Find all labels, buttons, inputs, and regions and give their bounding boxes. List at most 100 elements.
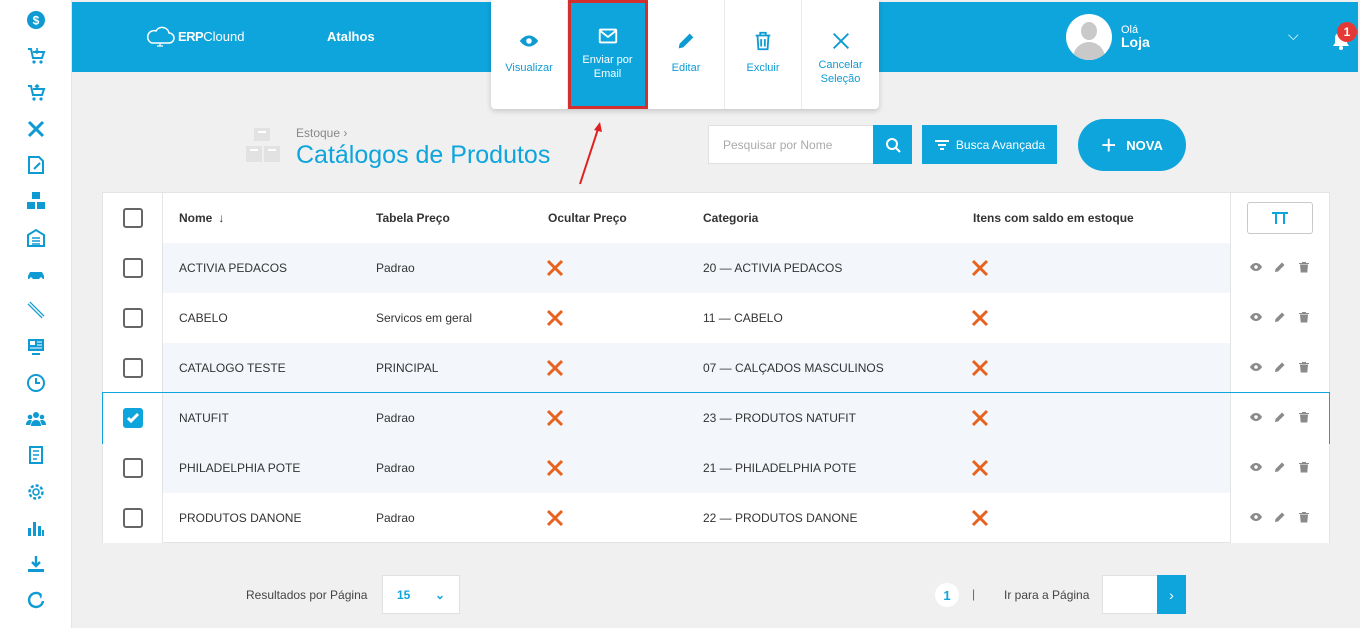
current-page[interactable]: 1	[935, 583, 959, 607]
trash-icon[interactable]	[1298, 361, 1310, 376]
edit-note-icon[interactable]	[24, 153, 48, 177]
row-category: 20 — ACTIVIA PEDACOS	[703, 261, 843, 275]
car-icon[interactable]	[24, 262, 48, 286]
header-category[interactable]: Categoria	[703, 193, 758, 243]
cart-out-icon[interactable]	[24, 81, 48, 105]
send-email-button[interactable]: Enviar por Email	[568, 0, 648, 109]
eye-icon[interactable]	[1250, 261, 1262, 276]
row-category: 21 — PHILADELPHIA POTE	[703, 461, 857, 475]
row-checkbox[interactable]	[122, 408, 143, 428]
table-row[interactable]: PRODUTOS DANONE Padrao 22 — PRODUTOS DANON…	[103, 493, 1329, 543]
table-row[interactable]: CATALOGO TESTE PRINCIPAL 07 — CALÇADOS MAS…	[103, 343, 1329, 393]
clock-icon[interactable]	[24, 371, 48, 395]
monitor-icon[interactable]	[24, 335, 48, 359]
x-mark-icon	[971, 309, 989, 327]
view-button[interactable]: Visualizar	[491, 0, 568, 109]
row-checkbox[interactable]	[122, 258, 143, 278]
cart-in-icon[interactable]	[24, 44, 48, 68]
catalog-table: Nome ↓ Tabela Preço Ocultar Preço Categor…	[102, 192, 1330, 543]
pencil-icon[interactable]	[1274, 311, 1286, 326]
header-name[interactable]: Nome ↓	[179, 193, 224, 243]
results-per-page-select[interactable]: 15 ⌄	[382, 575, 460, 614]
table-row[interactable]: ACTIVIA PEDACOS Padrao 20 — ACTIVIA PEDACO…	[103, 243, 1329, 293]
gear-icon[interactable]	[24, 480, 48, 504]
eye-icon[interactable]	[1250, 411, 1262, 426]
user-greeting[interactable]: Olá Loja	[1121, 24, 1150, 49]
download-icon[interactable]	[24, 552, 48, 576]
invoice-icon[interactable]	[24, 443, 48, 467]
row-checkbox[interactable]	[122, 458, 143, 478]
table-row[interactable]: CABELO Servicos em geral 11 — CABELO	[103, 293, 1329, 343]
envelope-icon	[598, 28, 617, 44]
breadcrumb[interactable]: Estoque ›	[296, 126, 347, 140]
header-stock-items[interactable]: Itens com saldo em estoque	[973, 193, 1134, 243]
bar-chart-icon[interactable]	[24, 516, 48, 540]
row-checkbox[interactable]	[122, 508, 143, 528]
row-hide-price	[546, 243, 564, 293]
search-button[interactable]	[873, 125, 912, 164]
pencil-icon[interactable]	[1274, 511, 1286, 526]
row-checkbox[interactable]	[122, 308, 143, 328]
pencil-icon[interactable]	[1274, 461, 1286, 476]
users-icon[interactable]	[24, 407, 48, 431]
x-mark-icon	[971, 459, 989, 477]
cancel-selection-button[interactable]: Cancelar Seleção	[802, 0, 879, 109]
row-price-table: Padrao	[376, 511, 415, 525]
warehouse-icon[interactable]	[24, 226, 48, 250]
table-row[interactable]: PHILADELPHIA POTE Padrao 21 — PHILADELPHIA…	[103, 443, 1329, 493]
header-hide-price[interactable]: Ocultar Preço	[548, 193, 627, 243]
sort-down-icon: ↓	[218, 211, 225, 225]
row-check-cell	[103, 393, 163, 443]
pencil-icon[interactable]	[1274, 361, 1286, 376]
advanced-search-button[interactable]: Busca Avançada	[922, 125, 1057, 164]
goto-page-input[interactable]	[1102, 575, 1157, 614]
cloud-icon	[146, 26, 175, 47]
tools-icon[interactable]	[24, 117, 48, 141]
chevron-down-icon[interactable]: ⌵	[1288, 27, 1299, 44]
send-email-label: Enviar por Email	[582, 54, 633, 80]
table-row[interactable]: NATUFIT Padrao 23 — PRODUTOS NATUFIT	[102, 392, 1330, 444]
pencil-icon[interactable]	[1274, 411, 1286, 426]
eye-icon[interactable]	[1250, 361, 1262, 376]
pencil-icon[interactable]	[1274, 261, 1286, 276]
breadcrumb-item[interactable]: Estoque	[296, 126, 340, 140]
pencil-icon[interactable]	[24, 298, 48, 322]
row-checkbox[interactable]	[122, 358, 143, 378]
avatar[interactable]	[1066, 14, 1112, 60]
page-title: Catálogos de Produtos	[296, 141, 551, 169]
columns-icon	[1272, 212, 1288, 224]
x-mark-icon	[546, 459, 564, 477]
annotation-arrow	[579, 122, 602, 185]
delete-button[interactable]: Excluir	[725, 0, 802, 109]
row-stock-items	[971, 343, 989, 393]
new-button[interactable]: + NOVA	[1078, 119, 1186, 171]
select-all-checkbox[interactable]	[122, 208, 143, 228]
row-stock-items	[971, 243, 989, 293]
trash-icon[interactable]	[1298, 411, 1310, 426]
x-mark-icon	[546, 509, 564, 527]
row-hide-price	[546, 493, 564, 543]
trash-icon[interactable]	[1298, 511, 1310, 526]
goto-page-button[interactable]: ›	[1157, 575, 1186, 614]
trash-icon[interactable]	[1298, 261, 1310, 276]
refresh-icon[interactable]	[24, 588, 48, 612]
dollar-icon[interactable]: $	[24, 8, 48, 32]
row-actions	[1230, 293, 1329, 343]
trash-icon[interactable]	[1298, 311, 1310, 326]
eye-icon[interactable]	[1250, 511, 1262, 526]
row-stock-items	[971, 493, 989, 543]
goto-page-label: Ir para a Página	[1004, 588, 1090, 602]
shortcuts-menu[interactable]: Atalhos	[327, 29, 375, 44]
column-settings-button[interactable]	[1247, 202, 1313, 234]
row-check-cell	[103, 443, 163, 493]
eye-icon[interactable]	[1250, 311, 1262, 326]
eye-icon[interactable]	[1250, 461, 1262, 476]
edit-button[interactable]: Editar	[648, 0, 725, 109]
search-input[interactable]	[708, 125, 873, 164]
x-mark-icon	[971, 259, 989, 277]
boxes-icon[interactable]	[24, 189, 48, 213]
trash-icon[interactable]	[1298, 461, 1310, 476]
app-logo[interactable]: ERP Clound	[144, 23, 244, 49]
row-hide-price	[546, 393, 564, 443]
header-price-table[interactable]: Tabela Preço	[376, 193, 450, 243]
